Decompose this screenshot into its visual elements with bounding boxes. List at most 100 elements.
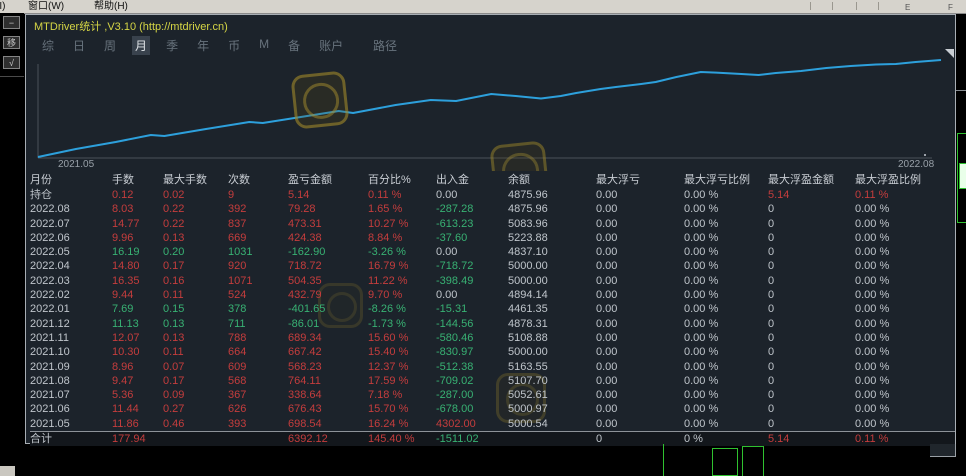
table-row: 2022.0414.800.17920718.7216.79 %-718.725… [30,259,955,273]
cell: 4302.00 [436,417,508,431]
cell: 788 [228,331,288,345]
cell: 0.07 [163,360,228,374]
tab-bar-items: 综日周月季年币M备账户 [39,36,346,55]
cell: 0.00 % [855,231,955,245]
cell: -15.31 [436,302,508,316]
table-row: 2021.098.960.07609568.2312.37 %-512.3851… [30,360,955,374]
window-corner-fragment [930,444,956,457]
statusbar-fragment [0,466,15,476]
window-titlebar[interactable]: MTDriver统计 ,V3.10 (http://mtdriver.cn) [26,15,955,32]
move-button[interactable]: 移 [3,36,20,49]
watermark-logo [489,140,549,171]
cell: 0 [768,202,855,216]
cell: 0.00 [596,288,684,302]
cell: 10.27 % [368,217,436,231]
cell: 11.86 [112,417,163,431]
cell: 0.00 % [684,274,768,288]
tab-备[interactable]: 备 [285,36,303,55]
background-window-artifact [663,444,664,476]
table-row: 2021.0611.440.27626676.4315.70 %-678.005… [30,402,955,416]
cell: 0 [768,288,855,302]
table-row: 2022.0316.350.161071504.3511.22 %-398.49… [30,274,955,288]
cell: 11.13 [112,317,163,331]
cell: 2021.09 [30,360,112,374]
cell: 出入金 [436,173,508,188]
table-row: 2022.0516.190.201031-162.90-3.26 %0.0048… [30,245,955,259]
tab-日[interactable]: 日 [70,36,88,55]
path-button[interactable]: 路径 [373,37,397,54]
cell: 378 [228,302,288,316]
cell: 5000.00 [508,259,596,273]
cell: 5083.96 [508,217,596,231]
cell: 5163.55 [508,360,596,374]
cell: 664 [228,345,288,359]
tab-年[interactable]: 年 [194,36,212,55]
cell: 0 [768,360,855,374]
tab-综[interactable]: 综 [39,36,57,55]
cell: 0 [768,417,855,431]
cell [228,432,288,446]
menubar-item[interactable]: 窗口(W) [28,0,64,13]
cell: 0.00 % [855,274,955,288]
cell: 392 [228,202,288,216]
cell: 711 [228,317,288,331]
cell: 盈亏金额 [288,173,368,188]
cell: 2021.07 [30,388,112,402]
cell: 424.38 [288,231,368,245]
minimize-button[interactable]: − [3,16,20,29]
cell: 合计 [30,432,112,446]
cell: -162.90 [288,245,368,259]
tab-币[interactable]: 币 [225,36,243,55]
cell: 0.00 % [684,245,768,259]
cell: 0.11 [163,288,228,302]
cell: 0.00 % [855,217,955,231]
tab-M[interactable]: M [256,36,272,55]
cell: 9.96 [112,231,163,245]
cell: 0.00 [596,302,684,316]
cell: 0.00 % [855,317,955,331]
background-window-artifact [957,133,958,223]
tab-月[interactable]: 月 [132,36,150,55]
tab-周[interactable]: 周 [101,36,119,55]
cell: 0.13 [163,231,228,245]
cell: 5000.00 [508,274,596,288]
background-window-artifact [957,133,966,134]
cell: -613.23 [436,217,508,231]
cell: 0.00 % [855,417,955,431]
cell: 0.00 [596,388,684,402]
tab-账户[interactable]: 账户 [316,36,346,55]
cell: 6392.12 [288,432,368,446]
toolbar-separator [856,2,857,10]
cell: 0.00 [596,360,684,374]
table-row: 2022.029.440.11524432.799.70 %0.004894.1… [30,288,955,302]
cell: 5223.88 [508,231,596,245]
menubar-item[interactable]: 帮助(H) [94,0,128,13]
cell: 0.17 [163,259,228,273]
cell: -1.73 % [368,317,436,331]
table-header-row: 月份手数最大手数次数盈亏金额百分比%出入金余额最大浮亏最大浮亏比例最大浮盈金额最… [30,173,955,188]
cell: 11.22 % [368,274,436,288]
cell: 0.00 % [684,417,768,431]
background-window-artifact [742,446,764,447]
cell: 837 [228,217,288,231]
check-button[interactable]: √ [3,56,20,69]
cell [508,432,596,446]
cell: 0.00 % [684,217,768,231]
table-row: 2021.1211.130.13711-86.01-1.73 %-144.564… [30,317,955,331]
tab-季[interactable]: 季 [163,36,181,55]
cell: 0 % [684,432,768,446]
cell: 698.54 [288,417,368,431]
cell: 0.00 [436,288,508,302]
cell: 4875.96 [508,202,596,216]
cell: 0.00 [596,374,684,388]
cell: 最大浮盈金额 [768,173,855,188]
cell: 最大浮盈比例 [855,173,955,188]
monthly-stats-table: 月份手数最大手数次数盈亏金额百分比%出入金余额最大浮亏最大浮亏比例最大浮盈金额最… [30,173,955,446]
cell: 0.13 [163,331,228,345]
period-tab-bar: 综日周月季年币M备账户 路径 [26,32,955,56]
cell: 0.00 % [855,288,955,302]
cell: 145.40 % [368,432,436,446]
cell: 5107.70 [508,374,596,388]
background-window-artifact [959,163,966,189]
cell: 0.11 % [855,188,955,202]
